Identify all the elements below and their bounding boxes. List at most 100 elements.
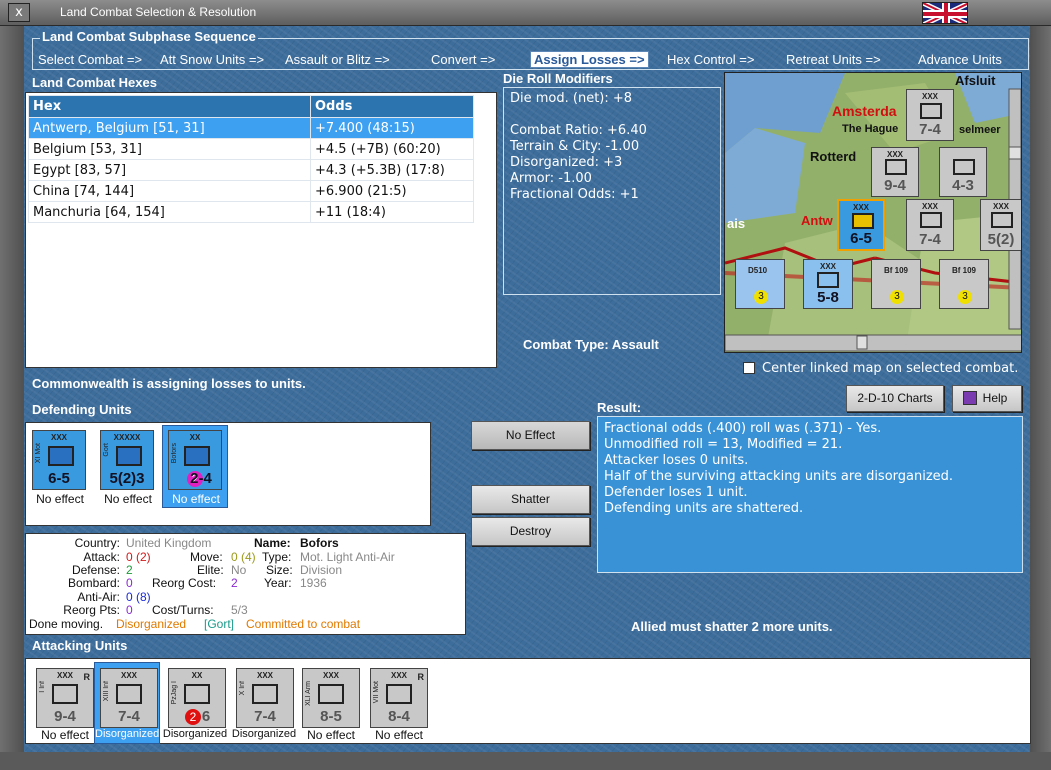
seq-advance-units[interactable]: Advance Units [918, 52, 1002, 67]
odds-cell: +6.900 (21:5) [310, 180, 474, 202]
map-air-unit[interactable]: Bf 109 3 [871, 259, 921, 309]
panzer-symbol-icon [953, 159, 975, 175]
odds-cell: +7.400 (48:15) [310, 117, 474, 139]
unit-strength: 6 [201, 708, 211, 725]
infantry-symbol-icon [920, 103, 942, 119]
unit-strength: 2-4 [190, 470, 212, 487]
defending-unit-selected[interactable]: XX Bofors 2 2-4 [168, 430, 222, 490]
map-unit[interactable]: XXX 7-4 [906, 199, 954, 251]
map-air-unit[interactable]: D510 3 [735, 259, 785, 309]
table-row[interactable]: Manchuria [64, 154] +11 (18:4) [28, 201, 474, 223]
attacking-unit[interactable]: XXX I Inf R 9-4 [36, 668, 94, 728]
col-odds-header[interactable]: Odds [310, 95, 474, 118]
map-unit-selected[interactable]: XXX 6-5 [837, 199, 885, 251]
defending-unit[interactable]: XXXXX Gort 5(2)3 [100, 430, 154, 490]
unit-size: XXX [921, 92, 938, 101]
committed-status: Committed to combat [246, 617, 361, 631]
destroy-button[interactable]: Destroy [471, 517, 590, 546]
bombard-value: 0 [126, 576, 133, 590]
unit-size: Bf 109 [951, 266, 976, 275]
map-label-antwerp: Antw [801, 213, 833, 228]
subphase-sequence-title: Land Combat Subphase Sequence [40, 29, 258, 44]
attack-key: Attack: [83, 550, 120, 564]
help-button-label: Help [982, 391, 1008, 405]
unit-designation: PzJag I [171, 681, 178, 705]
unit-strength: 6-5 [48, 470, 70, 487]
map-unit[interactable]: XXX 5(2) [980, 199, 1021, 251]
unit-size: XXX [322, 671, 339, 680]
table-row[interactable]: Belgium [53, 31] +4.5 (+7B) (60:20) [28, 138, 474, 160]
type-key: Type: [262, 550, 292, 564]
unit-size: XXX [921, 202, 938, 211]
seq-hex-control[interactable]: Hex Control => [667, 52, 754, 67]
country-key: Country: [74, 536, 120, 550]
defending-unit[interactable]: XXX XI Mot 6-5 [32, 430, 86, 490]
frame-right [1030, 26, 1051, 770]
attacking-unit[interactable]: XXX XLI Arm 8-5 [302, 668, 360, 728]
seq-att-snow-units[interactable]: Att Snow Units => [160, 52, 264, 67]
tank-destroyer-symbol-icon [184, 684, 210, 704]
map-unit[interactable]: XXX 5-8 [803, 259, 853, 309]
no-effect-button[interactable]: No Effect [471, 421, 590, 450]
map-air-unit[interactable]: Bf 109 3 [939, 259, 989, 309]
combat-burst-icon [852, 213, 874, 229]
result-line: Attacker loses 0 units. [604, 453, 749, 468]
result-line: Defender loses 1 unit. [604, 485, 748, 500]
charts-button[interactable]: 2-D-10 Charts [846, 385, 944, 412]
linked-map[interactable]: Amsterda The Hague selmeer Rotterd Antw … [724, 72, 1022, 353]
seq-assault-or-blitz[interactable]: Assault or Blitz => [285, 52, 390, 67]
window-title: Land Combat Selection & Resolution [60, 5, 257, 19]
anti-air-value-max: (8) [136, 590, 151, 604]
seq-convert[interactable]: Convert => [431, 52, 495, 67]
attacking-unit-caption: No effect [41, 728, 89, 742]
unit-designation: XLI Arm [305, 681, 312, 706]
frame-left [0, 26, 24, 770]
unit-size: XXX [886, 150, 903, 159]
attacking-units-title: Attacking Units [32, 638, 128, 653]
unit-strength: 5(2)3 [109, 470, 145, 487]
shatter-button[interactable]: Shatter [471, 485, 590, 514]
attacking-unit[interactable]: XXX X Inf 7-4 [236, 668, 294, 728]
table-row[interactable]: China [74, 144] +6.900 (21:5) [28, 180, 474, 202]
table-row[interactable]: Antwerp, Belgium [51, 31] +7.400 (48:15) [28, 117, 474, 139]
col-hex-header[interactable]: Hex [28, 95, 311, 118]
unit-designation: XIII Inf [103, 681, 110, 702]
unit-designation: I Inf [39, 681, 46, 693]
attacking-unit[interactable]: XX PzJag I 2 6 [168, 668, 226, 728]
infantry-symbol-icon [116, 684, 142, 704]
die-line: Armor: -1.00 [510, 171, 592, 186]
move-value: 0 [231, 550, 238, 564]
unit-size: XX [191, 671, 203, 680]
unit-designation: Gort [103, 443, 110, 457]
seq-select-combat[interactable]: Select Combat => [38, 52, 142, 67]
unit-size: XXX [50, 433, 67, 442]
attack-value: 0 [126, 550, 133, 564]
motorized-symbol-icon [386, 684, 412, 704]
die-line: Terrain & City: -1.00 [510, 139, 640, 154]
map-unit[interactable]: XXX 7-4 [906, 89, 954, 141]
attacking-unit-selected[interactable]: XXX XIII Inf 7-4 [100, 668, 158, 728]
close-button[interactable]: x [8, 3, 30, 22]
map-label-rotterdam: Rotterd [810, 149, 857, 164]
center-linked-map-checkbox[interactable] [743, 362, 755, 374]
air-strength-badge: 3 [754, 290, 768, 304]
map-unit[interactable]: XXX 9-4 [871, 147, 919, 197]
help-button[interactable]: Help [952, 385, 1022, 412]
unit-designation: XI Mot [35, 443, 42, 464]
seq-retreat-units[interactable]: Retreat Units => [786, 52, 881, 67]
unit-strength: 5-8 [817, 289, 839, 306]
seq-assign-losses[interactable]: Assign Losses => [530, 51, 649, 68]
elite-value: No [231, 563, 247, 577]
done-moving-text: Done moving. [29, 617, 104, 631]
attacking-unit[interactable]: XXX VII Mot R 8-4 [370, 668, 428, 728]
anti-air-value: 0 [126, 590, 133, 604]
map-unit[interactable]: 4-3 [939, 147, 987, 197]
elite-key: Elite: [197, 563, 224, 577]
unit-strength: 5(2) [987, 231, 1015, 248]
attack-value-max: (2) [136, 550, 151, 564]
unit-strength: 7-4 [919, 231, 941, 248]
map-label-ais: ais [727, 216, 746, 231]
center-linked-map-label: Center linked map on selected combat. [762, 361, 1019, 376]
table-row[interactable]: Egypt [83, 57] +4.3 (+5.3B) (17:8) [28, 159, 474, 181]
defending-unit-caption: No effect [166, 492, 226, 506]
